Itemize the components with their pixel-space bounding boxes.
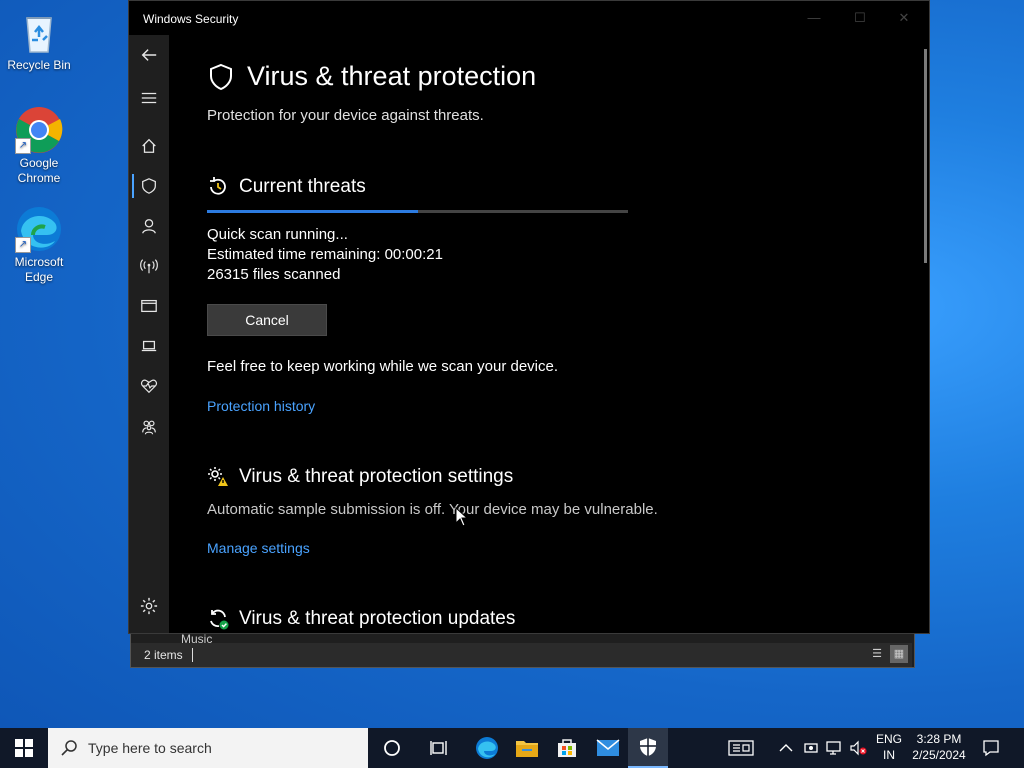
sidebar <box>129 35 169 633</box>
app-browser-icon[interactable] <box>129 286 169 326</box>
maximize-icon[interactable]: ☐ <box>837 7 883 29</box>
page-subtitle: Protection for your device against threa… <box>207 107 484 124</box>
clock-time: 3:28 PM <box>916 732 962 746</box>
task-view-icon[interactable] <box>420 728 460 768</box>
desktop-icon-chrome[interactable]: ↗ Google Chrome <box>4 106 74 186</box>
windows-logo-icon <box>15 739 33 757</box>
windows-security-window: Windows Security — ☐ ✕ Virus & threat pr… <box>128 0 930 634</box>
settings-gear-icon[interactable] <box>129 586 169 626</box>
updates-refresh-icon <box>210 609 229 630</box>
settings-message: Automatic sample submission is off. Your… <box>207 501 658 518</box>
close-icon[interactable]: ✕ <box>881 7 927 29</box>
meet-now-icon[interactable] <box>803 728 819 768</box>
taskbar-search-box[interactable]: Type here to search <box>48 728 368 768</box>
settings-warning-icon <box>208 467 228 486</box>
desktop-icon-label: Google Chrome <box>17 156 61 185</box>
status-divider <box>192 648 193 662</box>
volume-muted-icon[interactable] <box>849 728 867 768</box>
file-explorer-window: Music 2 items ☰ ▦ <box>130 630 915 668</box>
updates-title: Virus & threat protection updates <box>239 608 516 629</box>
status-bar: 2 items ☰ ▦ <box>131 643 912 667</box>
current-threats-heading: Current threats <box>207 176 366 198</box>
notifications-icon[interactable] <box>982 728 1000 768</box>
mail-taskbar-icon[interactable] <box>588 728 628 768</box>
recycle-bin-icon <box>15 8 63 56</box>
home-icon[interactable] <box>129 126 169 166</box>
desktop-icon-label: Microsoft Edge <box>14 255 64 284</box>
account-icon[interactable] <box>129 206 169 246</box>
page-title-text: Virus & threat protection <box>247 61 537 91</box>
view-toggles: ☰ ▦ <box>864 645 908 663</box>
time-remaining: Estimated time remaining: 00:00:21 <box>207 246 443 263</box>
clock[interactable]: 3:28 PM 2/25/2024 <box>900 731 978 763</box>
scan-progress-fill <box>207 210 418 213</box>
desktop-icon-edge[interactable]: ↗ Microsoft Edge <box>4 205 74 285</box>
manage-settings-link[interactable]: Manage settings <box>207 540 310 556</box>
title-bar: Windows Security — ☐ ✕ <box>129 1 929 35</box>
shield-icon[interactable] <box>129 166 169 206</box>
file-explorer-taskbar-icon[interactable] <box>507 728 547 768</box>
chrome-icon: ↗ <box>15 106 63 154</box>
shortcut-arrow-icon: ↗ <box>15 237 31 253</box>
news-icon[interactable] <box>728 728 754 768</box>
mouse-pointer-icon <box>455 507 469 527</box>
scan-progress-bar <box>207 210 628 213</box>
settings-title: Virus & threat protection settings <box>239 466 514 487</box>
network-icon[interactable] <box>129 246 169 286</box>
menu-icon[interactable] <box>129 78 169 118</box>
item-count: 2 items <box>144 648 183 662</box>
settings-heading: Virus & threat protection settings <box>207 466 513 488</box>
clock-date: 2/25/2024 <box>912 748 966 762</box>
scan-status: Quick scan running... <box>207 226 348 243</box>
current-threats-title: Current threats <box>239 176 366 197</box>
windows-security-taskbar-icon[interactable] <box>628 728 668 768</box>
search-icon <box>61 740 77 756</box>
minimize-icon[interactable]: — <box>791 7 837 29</box>
files-scanned: 26315 files scanned <box>207 266 341 283</box>
start-button[interactable] <box>0 728 48 768</box>
chevron-up-icon[interactable] <box>779 728 793 768</box>
network-status-icon[interactable] <box>826 728 844 768</box>
back-icon[interactable] <box>129 35 169 75</box>
details-view-icon[interactable]: ☰ <box>868 645 886 663</box>
edge-icon: ↗ <box>15 205 63 253</box>
desktop-icon-recycle-bin[interactable]: Recycle Bin <box>4 8 74 73</box>
device-security-icon[interactable] <box>129 326 169 366</box>
edge-taskbar-icon[interactable] <box>467 728 507 768</box>
cancel-button[interactable]: Cancel <box>207 304 327 336</box>
search-placeholder: Type here to search <box>88 740 212 756</box>
updates-heading: Virus & threat protection updates <box>207 608 515 630</box>
family-options-icon[interactable] <box>129 407 169 447</box>
scan-refresh-icon <box>210 177 226 195</box>
desktop-icon-label: Recycle Bin <box>7 58 71 72</box>
cortana-icon[interactable] <box>372 728 412 768</box>
shield-icon <box>210 63 232 90</box>
protection-history-link[interactable]: Protection history <box>207 398 315 414</box>
page-title: Virus & threat protection <box>207 61 536 92</box>
main-content: Virus & threat protection Protection for… <box>207 35 919 633</box>
shortcut-arrow-icon: ↗ <box>15 138 31 154</box>
large-icons-view-icon[interactable]: ▦ <box>890 645 908 663</box>
scrollbar[interactable] <box>924 49 927 263</box>
taskbar: Type here to search ENG IN 3:28 PM 2/25/… <box>0 728 1024 768</box>
scan-note: Feel free to keep working while we scan … <box>207 358 559 375</box>
store-taskbar-icon[interactable] <box>547 728 587 768</box>
device-health-icon[interactable] <box>129 366 169 406</box>
window-title: Windows Security <box>143 12 239 26</box>
